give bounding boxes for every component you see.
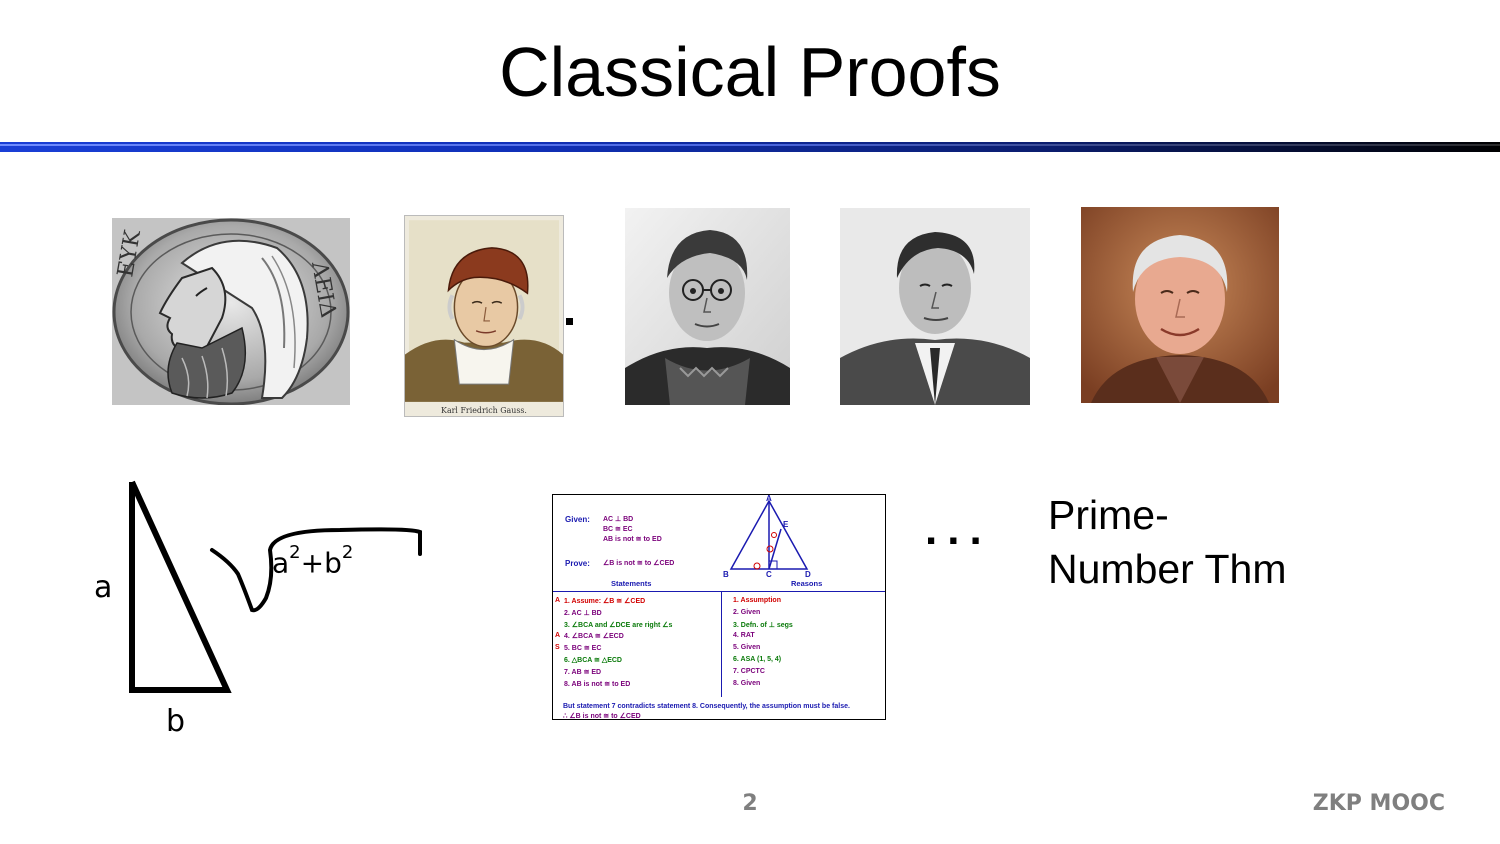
engraving-image: Karl Friedrich Gauss. [405, 216, 563, 416]
proof-step-marker: A [555, 632, 561, 640]
proof-reason: 1. Assumption [733, 597, 781, 604]
vertex-E: E [783, 520, 789, 529]
reasons-header: Reasons [791, 579, 823, 588]
proof-statement: 2. AC ⊥ BD [564, 609, 602, 617]
prime-number-theorem-label: Prime- Number Thm [1048, 488, 1348, 596]
proof-reason: 4. RAT [733, 632, 755, 640]
vertex-B: B [723, 570, 729, 579]
given-line-3: AB is not ≅ to ED [603, 536, 662, 543]
proof-conclusion-line2: ∴ ∠B is not ≅ to ∠CED [563, 713, 641, 720]
formula-exp-b: 2 [341, 542, 354, 563]
proof-statement: 4. ∠BCA ≅ ∠ECD [564, 633, 624, 641]
given-line-1: AC ⊥ BD [603, 516, 634, 523]
proof-step-marker: A [555, 597, 561, 604]
coin-engraving-image: ΕΥΚ ΛΕΙΔ [112, 218, 350, 405]
proof-header-rule [553, 591, 885, 592]
proof-statement: 3. ∠BCA and ∠DCE are right ∠s [564, 621, 673, 629]
vertex-D: D [805, 570, 811, 579]
euclid-coin-portrait: ΕΥΚ ΛΕΙΔ [112, 218, 350, 405]
hypotenuse-formula: a2+b2 [272, 542, 353, 580]
proof-triangle-figure: A B C D E [723, 495, 811, 579]
proof-statement: 7. AB ≅ ED [564, 668, 602, 676]
page-number: 2 [742, 791, 758, 816]
proof-reason: 6. ASA (1, 5, 4) [733, 656, 782, 663]
formula-plus: + [300, 546, 325, 580]
footer-brand: ZKP MOOC [1312, 791, 1445, 816]
vertex-A: A [766, 495, 772, 503]
two-column-proof-image: A B C D E Given: AC ⊥ BD BC ≅ EC AB is n… [552, 494, 886, 720]
ellipsis: ... [925, 505, 992, 554]
statements-header: Statements [611, 579, 652, 588]
color-photo-image [1081, 207, 1279, 403]
side-b-label: b [166, 704, 186, 739]
formula-exp-a: 2 [289, 542, 301, 563]
gauss-caption: Karl Friedrich Gauss. [441, 406, 527, 415]
side-a-label: a [94, 570, 113, 605]
proof-statement: 8. AB is not ≅ to ED [564, 680, 631, 688]
proof-reason: 2. Given [733, 608, 761, 616]
vertex-C: C [766, 570, 772, 579]
proof-reason: 8. Given [733, 679, 761, 687]
bw-photo-image [840, 208, 1030, 405]
proof-statement: 5. BC ≅ EC [564, 645, 602, 653]
bw-photo-image [625, 208, 790, 405]
modern-mathematician-photo-portrait [1081, 207, 1279, 403]
proof-step-marker: S [555, 644, 560, 652]
proof-column-rule [721, 591, 722, 697]
prove-line: ∠B is not ≅ to ∠CED [603, 560, 675, 567]
proof-reason: 7. CPCTC [733, 667, 765, 675]
proof-statement: 6. △BCA ≅ △ECD [564, 657, 622, 664]
gauss-engraving-portrait: Karl Friedrich Gauss. [404, 215, 564, 417]
separator-dot [566, 318, 573, 325]
proof-reason: 3. Defn. of ⊥ segs [733, 621, 793, 629]
right-triangle-diagram [129, 480, 422, 693]
prime-number-line2: Number Thm [1048, 546, 1287, 592]
noether-photo-portrait [625, 208, 790, 405]
proof-reason: 5. Given [733, 644, 761, 652]
formula-base-b: b [324, 546, 342, 580]
prime-number-line1: Prime- [1048, 492, 1169, 538]
prove-label: Prove: [565, 559, 590, 568]
proof-statement: 1. Assume: ∠B ≅ ∠CED [564, 598, 646, 605]
slide-title: Classical Proofs [499, 33, 1001, 111]
given-label: Given: [565, 515, 590, 524]
title-divider-highlight [0, 144, 1500, 146]
turing-photo-portrait [840, 208, 1030, 405]
proof-conclusion: But statement 7 contradicts statement 8.… [563, 703, 850, 710]
formula-base-a: a [272, 546, 290, 580]
given-line-2: BC ≅ EC [603, 526, 633, 533]
